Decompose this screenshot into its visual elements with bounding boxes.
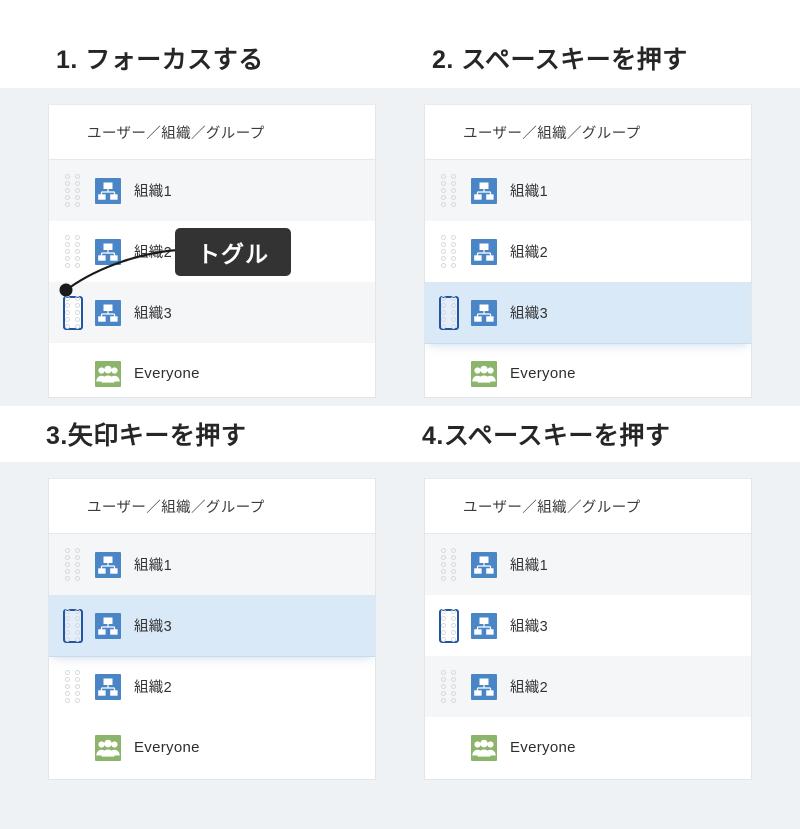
- list-row[interactable]: 組織3: [425, 282, 751, 343]
- step-2-rows: 組織1 組織2 組織3 Everyone: [425, 160, 751, 397]
- list-row[interactable]: 組織2: [425, 221, 751, 282]
- list-row[interactable]: 組織1: [49, 534, 375, 595]
- callout-toggle: トグル: [175, 228, 291, 276]
- org-icon: [471, 238, 497, 265]
- step-3-rows: 組織1 組織3 組織2 Everyone: [49, 534, 375, 778]
- org-icon: [471, 551, 497, 578]
- step-2-title: 2. スペースキーを押す: [432, 46, 688, 74]
- drag-handle-icon[interactable]: [63, 234, 83, 269]
- drag-handle-icon[interactable]: [439, 547, 459, 582]
- group-icon: [471, 360, 497, 387]
- drag-handle-placeholder: [63, 357, 83, 391]
- list-row-label: Everyone: [510, 739, 576, 756]
- drag-handle-icon[interactable]: [439, 234, 459, 269]
- list-row-label: 組織3: [510, 306, 548, 322]
- org-icon: [471, 299, 497, 326]
- org-icon: [471, 177, 497, 204]
- list-row[interactable]: 組織2: [49, 656, 375, 717]
- list-row-label: Everyone: [510, 365, 576, 382]
- step-4-title: 4.スペースキーを押す: [422, 422, 671, 450]
- step-2-list-header: ユーザー／組織／グループ: [425, 105, 751, 160]
- step-1-title: 1. フォーカスする: [56, 46, 264, 74]
- step-3-title: 3.矢印キーを押す: [46, 422, 247, 450]
- drag-handle-placeholder: [439, 731, 459, 765]
- list-row-label: 組織3: [134, 306, 172, 322]
- list-row-label: Everyone: [134, 365, 200, 382]
- drag-handle-icon[interactable]: [63, 608, 83, 643]
- group-icon: [95, 360, 121, 387]
- step-2-list: ユーザー／組織／グループ 組織1 組織2 組織3 Everyone: [424, 104, 752, 398]
- list-row-label: Everyone: [134, 739, 200, 756]
- org-icon: [95, 612, 121, 639]
- step-1-list-header: ユーザー／組織／グループ: [49, 105, 375, 160]
- list-header-label: ユーザー／組織／グループ: [87, 499, 265, 516]
- list-row-label: 組織1: [134, 184, 172, 200]
- list-row[interactable]: 組織3: [49, 595, 375, 656]
- list-row-label: 組織2: [134, 680, 172, 696]
- step-4-rows: 組織1 組織3 組織2 Everyone: [425, 534, 751, 778]
- group-icon: [471, 734, 497, 761]
- list-row[interactable]: 組織3: [425, 595, 751, 656]
- list-row[interactable]: 組織1: [49, 160, 375, 221]
- drag-handle-placeholder: [439, 357, 459, 391]
- step-4: 4.スペースキーを押す: [422, 424, 670, 449]
- drag-handle-placeholder: [63, 731, 83, 765]
- drag-handle-icon[interactable]: [439, 295, 459, 330]
- list-row-label: 組織1: [510, 558, 548, 574]
- step-1: 1. フォーカスする: [56, 48, 264, 73]
- drag-handle-icon[interactable]: [439, 669, 459, 704]
- list-row[interactable]: Everyone: [425, 343, 751, 397]
- list-row[interactable]: 組織3: [49, 282, 375, 343]
- drag-handle-icon[interactable]: [63, 547, 83, 582]
- org-icon: [95, 177, 121, 204]
- step-2: 2. スペースキーを押す: [432, 48, 688, 73]
- step-4-list: ユーザー／組織／グループ 組織1 組織3 組織2 Everyone: [424, 478, 752, 780]
- drag-handle-icon[interactable]: [63, 669, 83, 704]
- list-row-label: 組織1: [134, 558, 172, 574]
- step-1-rows: 組織1 組織2 組織3 Everyone: [49, 160, 375, 397]
- list-row[interactable]: Everyone: [425, 717, 751, 778]
- org-icon: [95, 238, 121, 265]
- steps-board: 1. フォーカスする ユーザー／組織／グループ 組織1 組織2 組織3 Everyon…: [0, 0, 800, 829]
- list-row-label: 組織2: [510, 680, 548, 696]
- list-header-label: ユーザー／組織／グループ: [463, 499, 641, 516]
- list-row-label: 組織2: [510, 245, 548, 261]
- step-3-list-header: ユーザー／組織／グループ: [49, 479, 375, 534]
- org-icon: [95, 299, 121, 326]
- list-row-label: 組織3: [134, 619, 172, 635]
- org-icon: [95, 673, 121, 700]
- drag-handle-icon[interactable]: [63, 173, 83, 208]
- list-row-label: 組織2: [134, 245, 172, 261]
- list-row[interactable]: Everyone: [49, 343, 375, 397]
- step-3-list: ユーザー／組織／グループ 組織1 組織3 組織2 Everyone: [48, 478, 376, 780]
- list-row-label: 組織1: [510, 184, 548, 200]
- drag-handle-icon[interactable]: [63, 295, 83, 330]
- group-icon: [95, 734, 121, 761]
- list-row[interactable]: Everyone: [49, 717, 375, 778]
- step-3: 3.矢印キーを押す: [46, 424, 246, 449]
- drag-handle-icon[interactable]: [439, 608, 459, 643]
- org-icon: [471, 673, 497, 700]
- list-row[interactable]: 組織1: [425, 160, 751, 221]
- org-icon: [95, 551, 121, 578]
- list-row[interactable]: 組織2: [425, 656, 751, 717]
- list-header-label: ユーザー／組織／グループ: [87, 125, 265, 142]
- org-icon: [471, 612, 497, 639]
- drag-handle-icon[interactable]: [439, 173, 459, 208]
- list-row[interactable]: 組織1: [425, 534, 751, 595]
- step-4-list-header: ユーザー／組織／グループ: [425, 479, 751, 534]
- list-row-label: 組織3: [510, 619, 548, 635]
- list-header-label: ユーザー／組織／グループ: [463, 125, 641, 142]
- callout-label: トグル: [197, 241, 269, 267]
